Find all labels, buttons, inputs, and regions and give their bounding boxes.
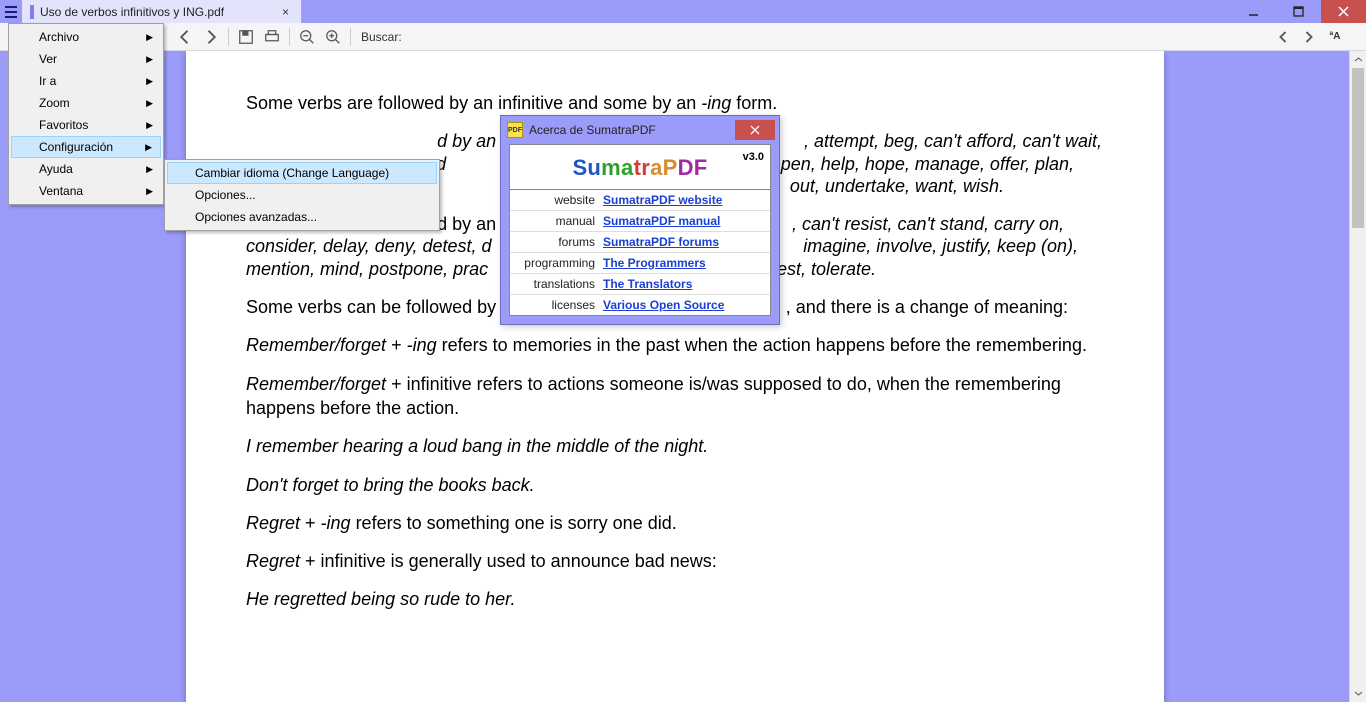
app-name: SumatraPDF xyxy=(572,155,707,181)
submenu-arrow-icon: ▶ xyxy=(146,32,153,43)
submenu-arrow-icon: ▶ xyxy=(146,76,153,87)
vertical-scrollbar[interactable] xyxy=(1349,51,1366,702)
minimize-button[interactable] xyxy=(1231,0,1276,23)
doc-text: I remember hearing a loud bang in the mi… xyxy=(246,434,1104,458)
menu-item-archivo[interactable]: Archivo▶ xyxy=(11,26,161,48)
dialog-body: SumatraPDF v3.0 websiteSumatraPDF websit… xyxy=(509,144,771,316)
dialog-close-button[interactable] xyxy=(735,120,775,140)
menu-item-ver[interactable]: Ver▶ xyxy=(11,48,161,70)
submenu-arrow-icon: ▶ xyxy=(145,142,152,153)
match-case-button[interactable]: ªA xyxy=(1324,26,1346,48)
maximize-button[interactable] xyxy=(1276,0,1321,23)
menu-item-configuración[interactable]: Configuración▶ xyxy=(11,136,161,158)
close-button[interactable] xyxy=(1321,0,1366,23)
about-row: translationsThe Translators xyxy=(510,274,770,295)
tab-active-marker xyxy=(30,5,34,19)
scroll-thumb[interactable] xyxy=(1352,68,1364,228)
menu-item-ventana[interactable]: Ventana▶ xyxy=(11,180,161,202)
print-button[interactable] xyxy=(261,26,283,48)
doc-text: He regretted being so rude to her. xyxy=(246,587,1104,611)
zoom-out-button[interactable] xyxy=(296,26,318,48)
config-submenu: Cambiar idioma (Change Language)Opciones… xyxy=(164,159,440,231)
doc-text: Some verbs are followed by an infinitive… xyxy=(246,91,1104,115)
about-link[interactable]: Various Open Source xyxy=(603,298,724,312)
find-prev-button[interactable] xyxy=(1272,26,1294,48)
about-row: licensesVarious Open Source xyxy=(510,295,770,315)
scroll-up-button[interactable] xyxy=(1350,51,1366,68)
titlebar-spacer xyxy=(302,0,1231,23)
back-button[interactable] xyxy=(174,26,196,48)
toolbar-separator xyxy=(350,28,351,46)
tab-title: Uso de verbos infinitivos y ING.pdf xyxy=(40,5,224,19)
doc-text: Remember/forget + -ing refers to memorie… xyxy=(246,333,1104,357)
close-icon[interactable]: × xyxy=(278,5,293,19)
main-menu: Archivo▶Ver▶Ir a▶Zoom▶Favoritos▶Configur… xyxy=(8,23,164,205)
about-row: manualSumatraPDF manual xyxy=(510,211,770,232)
about-key: programming xyxy=(518,256,603,270)
toolbar-separator xyxy=(289,28,290,46)
dialog-logo: SumatraPDF v3.0 xyxy=(510,145,770,190)
about-row: programmingThe Programmers xyxy=(510,253,770,274)
about-link[interactable]: SumatraPDF manual xyxy=(603,214,720,228)
about-key: forums xyxy=(518,235,603,249)
search-label: Buscar: xyxy=(361,30,402,44)
about-key: licenses xyxy=(518,298,603,312)
about-key: translations xyxy=(518,277,603,291)
submenu-item[interactable]: Opciones... xyxy=(167,184,437,206)
about-link[interactable]: The Programmers xyxy=(603,256,706,270)
dialog-titlebar[interactable]: PDF Acerca de SumatraPDF xyxy=(501,116,779,144)
about-dialog: PDF Acerca de SumatraPDF SumatraPDF v3.0… xyxy=(500,115,780,325)
submenu-arrow-icon: ▶ xyxy=(146,186,153,197)
menu-item-ayuda[interactable]: Ayuda▶ xyxy=(11,158,161,180)
app-icon: PDF xyxy=(507,122,523,138)
about-key: website xyxy=(518,193,603,207)
doc-text: Remember/forget + infinitive refers to a… xyxy=(246,372,1104,421)
submenu-arrow-icon: ▶ xyxy=(146,164,153,175)
toolbar-separator xyxy=(228,28,229,46)
about-link[interactable]: The Translators xyxy=(603,277,692,291)
submenu-item[interactable]: Opciones avanzadas... xyxy=(167,206,437,228)
find-next-button[interactable] xyxy=(1298,26,1320,48)
scroll-down-button[interactable] xyxy=(1350,685,1366,702)
forward-button[interactable] xyxy=(200,26,222,48)
dialog-title: Acerca de SumatraPDF xyxy=(529,123,656,137)
app-version: v3.0 xyxy=(743,151,764,163)
hamburger-menu-button[interactable] xyxy=(0,0,22,23)
about-row: websiteSumatraPDF website xyxy=(510,190,770,211)
doc-text: Regret + -ing refers to something one is… xyxy=(246,511,1104,535)
about-link[interactable]: SumatraPDF website xyxy=(603,193,722,207)
document-tab[interactable]: Uso de verbos infinitivos y ING.pdf × xyxy=(22,0,302,23)
menu-item-ir a[interactable]: Ir a▶ xyxy=(11,70,161,92)
submenu-arrow-icon: ▶ xyxy=(146,120,153,131)
about-key: manual xyxy=(518,214,603,228)
submenu-arrow-icon: ▶ xyxy=(146,98,153,109)
doc-text: Don't forget to bring the books back. xyxy=(246,473,1104,497)
zoom-in-button[interactable] xyxy=(322,26,344,48)
title-bar: Uso de verbos infinitivos y ING.pdf × xyxy=(0,0,1366,23)
submenu-arrow-icon: ▶ xyxy=(146,54,153,65)
about-link[interactable]: SumatraPDF forums xyxy=(603,235,719,249)
doc-text: Regret + infinitive is generally used to… xyxy=(246,549,1104,573)
save-button[interactable] xyxy=(235,26,257,48)
search-input[interactable] xyxy=(410,30,560,44)
about-row: forumsSumatraPDF forums xyxy=(510,232,770,253)
submenu-item[interactable]: Cambiar idioma (Change Language) xyxy=(167,162,437,184)
menu-item-zoom[interactable]: Zoom▶ xyxy=(11,92,161,114)
menu-item-favoritos[interactable]: Favoritos▶ xyxy=(11,114,161,136)
toolbar: Buscar: ªA xyxy=(0,23,1366,51)
